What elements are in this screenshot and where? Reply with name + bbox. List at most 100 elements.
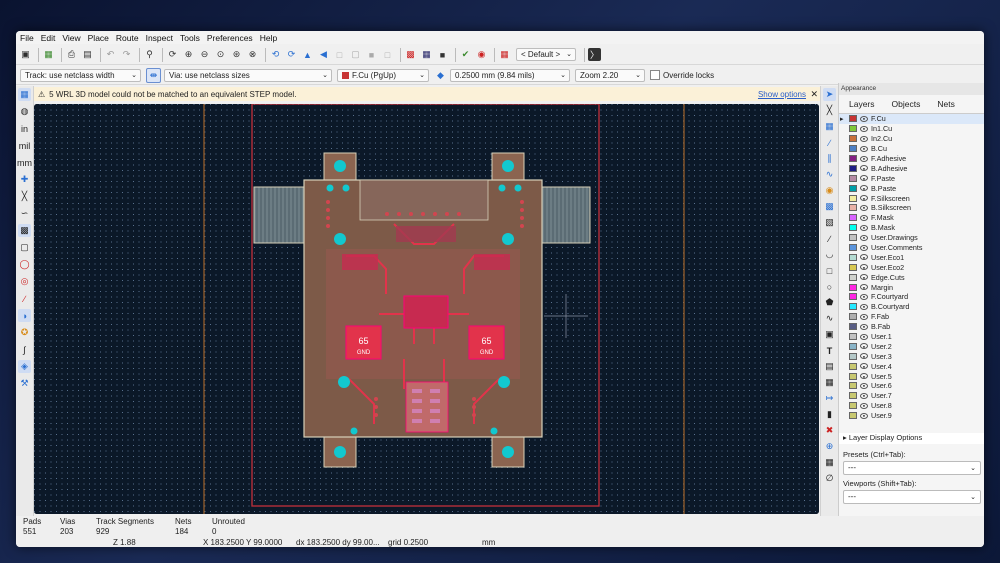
select-icon[interactable]: ➤: [823, 88, 836, 101]
layer-row[interactable]: ● B.Silkscreen: [839, 203, 984, 213]
layer-color-swatch[interactable]: [849, 125, 857, 133]
layer-row[interactable]: ● F.Courtyard: [839, 292, 984, 302]
appearance-panel-icon[interactable]: ◈: [18, 360, 31, 373]
layer-row[interactable]: ● User.Eco2: [839, 262, 984, 272]
eye-icon[interactable]: ●: [860, 402, 868, 409]
eye-icon[interactable]: ●: [860, 303, 868, 310]
mirror-icon[interactable]: ◀: [317, 48, 330, 61]
layer-row[interactable]: ● B.Courtyard: [839, 302, 984, 312]
draw-circle-icon[interactable]: ○: [823, 280, 836, 293]
eye-icon[interactable]: ●: [860, 254, 868, 261]
route-track-icon[interactable]: ∕: [823, 136, 836, 149]
layer-row[interactable]: ● In1.Cu: [839, 124, 984, 134]
tab-objects[interactable]: Objects: [892, 99, 921, 109]
draw-polygon-icon[interactable]: ⬟: [823, 296, 836, 309]
footprint-editor-icon[interactable]: ▦: [420, 48, 433, 61]
layer-row[interactable]: ● F.Paste: [839, 173, 984, 183]
flip-icon[interactable]: ▲: [301, 48, 314, 61]
unlock-icon[interactable]: □: [381, 48, 394, 61]
pads-sketch-icon[interactable]: ◯: [18, 258, 31, 271]
preset-dropdown[interactable]: < Default > ⌄: [516, 48, 576, 61]
find-icon[interactable]: ⚲: [143, 48, 156, 61]
menu-help[interactable]: Help: [260, 33, 277, 43]
set-origin-icon[interactable]: ⊕: [823, 440, 836, 453]
eye-icon[interactable]: ●: [860, 175, 868, 182]
layer-color-swatch[interactable]: [849, 303, 857, 311]
net-highlight-icon[interactable]: ✪: [18, 326, 31, 339]
layer-color-swatch[interactable]: [849, 372, 857, 380]
eye-icon[interactable]: ●: [860, 392, 868, 399]
curved-ratsnest-icon[interactable]: ∽: [18, 207, 31, 220]
eye-icon[interactable]: ●: [860, 333, 868, 340]
layer-row[interactable]: ● F.Adhesive: [839, 154, 984, 164]
add-via-icon[interactable]: ◉: [823, 184, 836, 197]
layer-row[interactable]: ● User.Drawings: [839, 233, 984, 243]
eye-icon[interactable]: ●: [860, 382, 868, 389]
local-ratsnest-icon[interactable]: ╳: [823, 104, 836, 117]
layer-row[interactable]: ● User.5: [839, 371, 984, 381]
zoom-out-icon[interactable]: ⊖: [198, 48, 211, 61]
cursor-style-icon[interactable]: ✚: [18, 173, 31, 186]
menu-place[interactable]: Place: [88, 33, 109, 43]
layer-color-swatch[interactable]: [849, 323, 857, 331]
layer-row[interactable]: ● User.6: [839, 381, 984, 391]
menu-tools[interactable]: Tools: [180, 33, 200, 43]
eye-icon[interactable]: ●: [860, 284, 868, 291]
show-options-link[interactable]: Show options: [758, 90, 806, 99]
via-size-select[interactable]: Via: use netclass sizes ⌄: [164, 68, 332, 82]
grid-select[interactable]: 0.2500 mm (9.84 mils) ⌄: [450, 68, 570, 82]
eye-icon[interactable]: ●: [860, 135, 868, 142]
lock-icon[interactable]: ■: [365, 48, 378, 61]
eye-icon[interactable]: ●: [860, 293, 868, 300]
draw-bezier-icon[interactable]: ∿: [823, 312, 836, 325]
microwave-icon[interactable]: ∫: [18, 343, 31, 356]
add-textbox-icon[interactable]: ▤: [823, 360, 836, 373]
layer-color-swatch[interactable]: [849, 273, 857, 281]
layer-color-swatch[interactable]: [849, 382, 857, 390]
layer-row[interactable]: ● User.1: [839, 332, 984, 342]
draw-rectangle-icon[interactable]: □: [823, 264, 836, 277]
eye-icon[interactable]: ●: [860, 155, 868, 162]
layer-row[interactable]: ▸ ● F.Cu: [839, 114, 984, 124]
layer-color-swatch[interactable]: [849, 283, 857, 291]
units-mils-icon[interactable]: mil: [18, 139, 31, 152]
rotate-cw-icon[interactable]: ⟳: [285, 48, 298, 61]
eye-icon[interactable]: ●: [860, 373, 868, 380]
ungroup-icon[interactable]: ▢: [349, 48, 362, 61]
eye-icon[interactable]: ●: [860, 244, 868, 251]
layer-color-swatch[interactable]: [849, 224, 857, 232]
menu-view[interactable]: View: [62, 33, 80, 43]
eye-icon[interactable]: ●: [860, 412, 868, 419]
layer-row[interactable]: ● Edge.Cuts: [839, 272, 984, 282]
viewports-select[interactable]: --- ⌄: [843, 489, 981, 504]
units-mm-icon[interactable]: mm: [17, 156, 32, 169]
eye-icon[interactable]: ●: [860, 115, 868, 122]
eye-icon[interactable]: ●: [860, 353, 868, 360]
save-icon[interactable]: ▣: [19, 48, 32, 61]
grid-toggle-icon[interactable]: ▦: [18, 88, 31, 101]
layer-row[interactable]: ● User.Eco1: [839, 252, 984, 262]
layer-row[interactable]: ● B.Mask: [839, 223, 984, 233]
eye-icon[interactable]: ●: [860, 363, 868, 370]
layer-color-swatch[interactable]: [849, 412, 857, 420]
menu-inspect[interactable]: Inspect: [146, 33, 173, 43]
layer-color-swatch[interactable]: [849, 155, 857, 162]
eye-icon[interactable]: ●: [860, 145, 868, 152]
auto-track-width-icon[interactable]: ⇼: [146, 67, 161, 83]
units-inch-icon[interactable]: in: [18, 122, 31, 135]
eye-icon[interactable]: ●: [860, 195, 868, 202]
measure-icon[interactable]: ∅: [823, 472, 836, 485]
eye-icon[interactable]: ●: [860, 274, 868, 281]
layer-row[interactable]: ● B.Paste: [839, 183, 984, 193]
board-setup-icon[interactable]: ▦: [42, 48, 55, 61]
rotate-ccw-icon[interactable]: ⟲: [269, 48, 282, 61]
layer-color-swatch[interactable]: [849, 263, 857, 271]
zoom-select[interactable]: Zoom 2.20 ⌄: [575, 68, 645, 82]
zoom-in-icon[interactable]: ⊕: [182, 48, 195, 61]
zone-outline-icon[interactable]: ▢: [18, 241, 31, 254]
layer-row[interactable]: ● User.4: [839, 361, 984, 371]
tab-nets[interactable]: Nets: [937, 99, 954, 109]
menu-preferences[interactable]: Preferences: [207, 33, 253, 43]
layer-row[interactable]: ● F.Silkscreen: [839, 193, 984, 203]
pcb-canvas[interactable]: 65 GND 65 GND: [34, 104, 819, 514]
